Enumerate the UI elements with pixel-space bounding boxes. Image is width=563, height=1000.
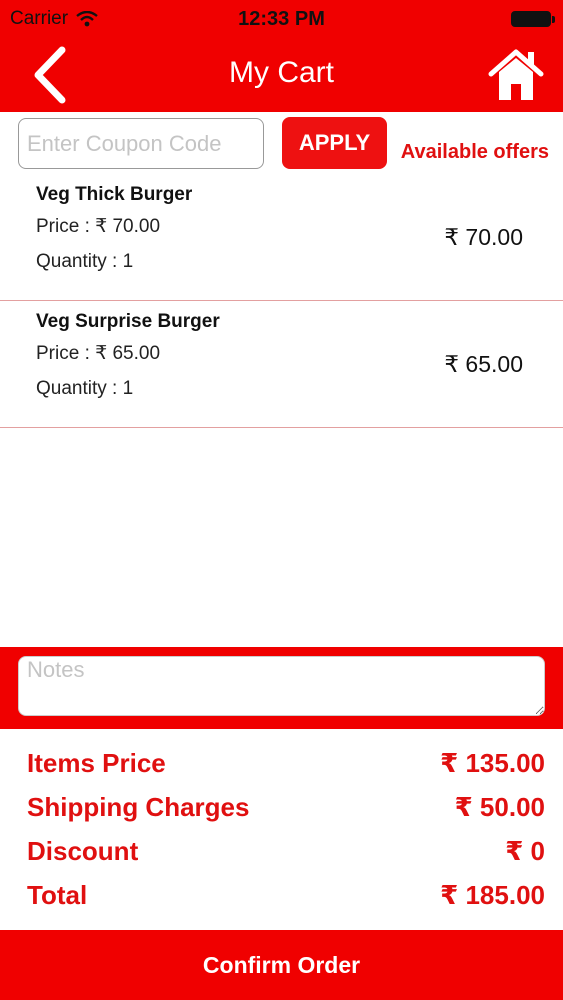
cart-item[interactable]: Veg Surprise Burger Price : ₹ 65.00 Quan… (0, 301, 563, 428)
summary-label: Shipping Charges (27, 792, 250, 822)
notes-field[interactable] (18, 656, 545, 716)
apply-coupon-button[interactable]: APPLY (282, 117, 387, 169)
item-name: Veg Surprise Burger (36, 311, 220, 332)
page-title: My Cart (229, 56, 334, 89)
item-total: ₹ 70.00 (444, 224, 523, 250)
nav-bar: My Cart (0, 38, 563, 112)
summary-value: ₹ 0 (505, 836, 545, 866)
status-time: 12:33 PM (238, 8, 325, 30)
confirm-order-button[interactable]: Confirm Order (0, 930, 563, 1000)
coupon-row: APPLY Available offers (0, 112, 563, 176)
item-name: Veg Thick Burger (36, 184, 193, 205)
order-summary: Items Price ₹ 135.00 Shipping Charges ₹ … (0, 740, 563, 916)
available-offers-link[interactable]: Available offers (401, 141, 549, 164)
summary-value: ₹ 50.00 (454, 792, 545, 822)
home-icon[interactable] (487, 46, 545, 104)
summary-value: ₹ 135.00 (440, 748, 545, 778)
cart-item[interactable]: Veg Thick Burger Price : ₹ 70.00 Quantit… (0, 174, 563, 301)
item-unit-price: Price : ₹ 65.00 (36, 343, 161, 364)
summary-label: Items Price (27, 748, 166, 778)
battery-icon (511, 11, 555, 27)
item-total: ₹ 65.00 (444, 351, 523, 377)
coupon-code-input[interactable] (18, 118, 264, 169)
summary-discount: Discount ₹ 0 (0, 828, 563, 872)
summary-value: ₹ 185.00 (440, 880, 545, 910)
summary-label: Total (27, 880, 88, 910)
summary-shipping: Shipping Charges ₹ 50.00 (0, 784, 563, 828)
summary-label: Discount (27, 836, 139, 866)
item-quantity: Quantity : 1 (36, 251, 134, 272)
item-unit-price: Price : ₹ 70.00 (36, 216, 161, 237)
summary-items-price: Items Price ₹ 135.00 (0, 740, 563, 784)
notes-bar (0, 647, 563, 729)
item-quantity: Quantity : 1 (36, 378, 134, 399)
summary-total: Total ₹ 185.00 (0, 872, 563, 916)
cart-list: Veg Thick Burger Price : ₹ 70.00 Quantit… (0, 174, 563, 428)
status-bar: Carrier 12:33 PM (0, 0, 563, 38)
